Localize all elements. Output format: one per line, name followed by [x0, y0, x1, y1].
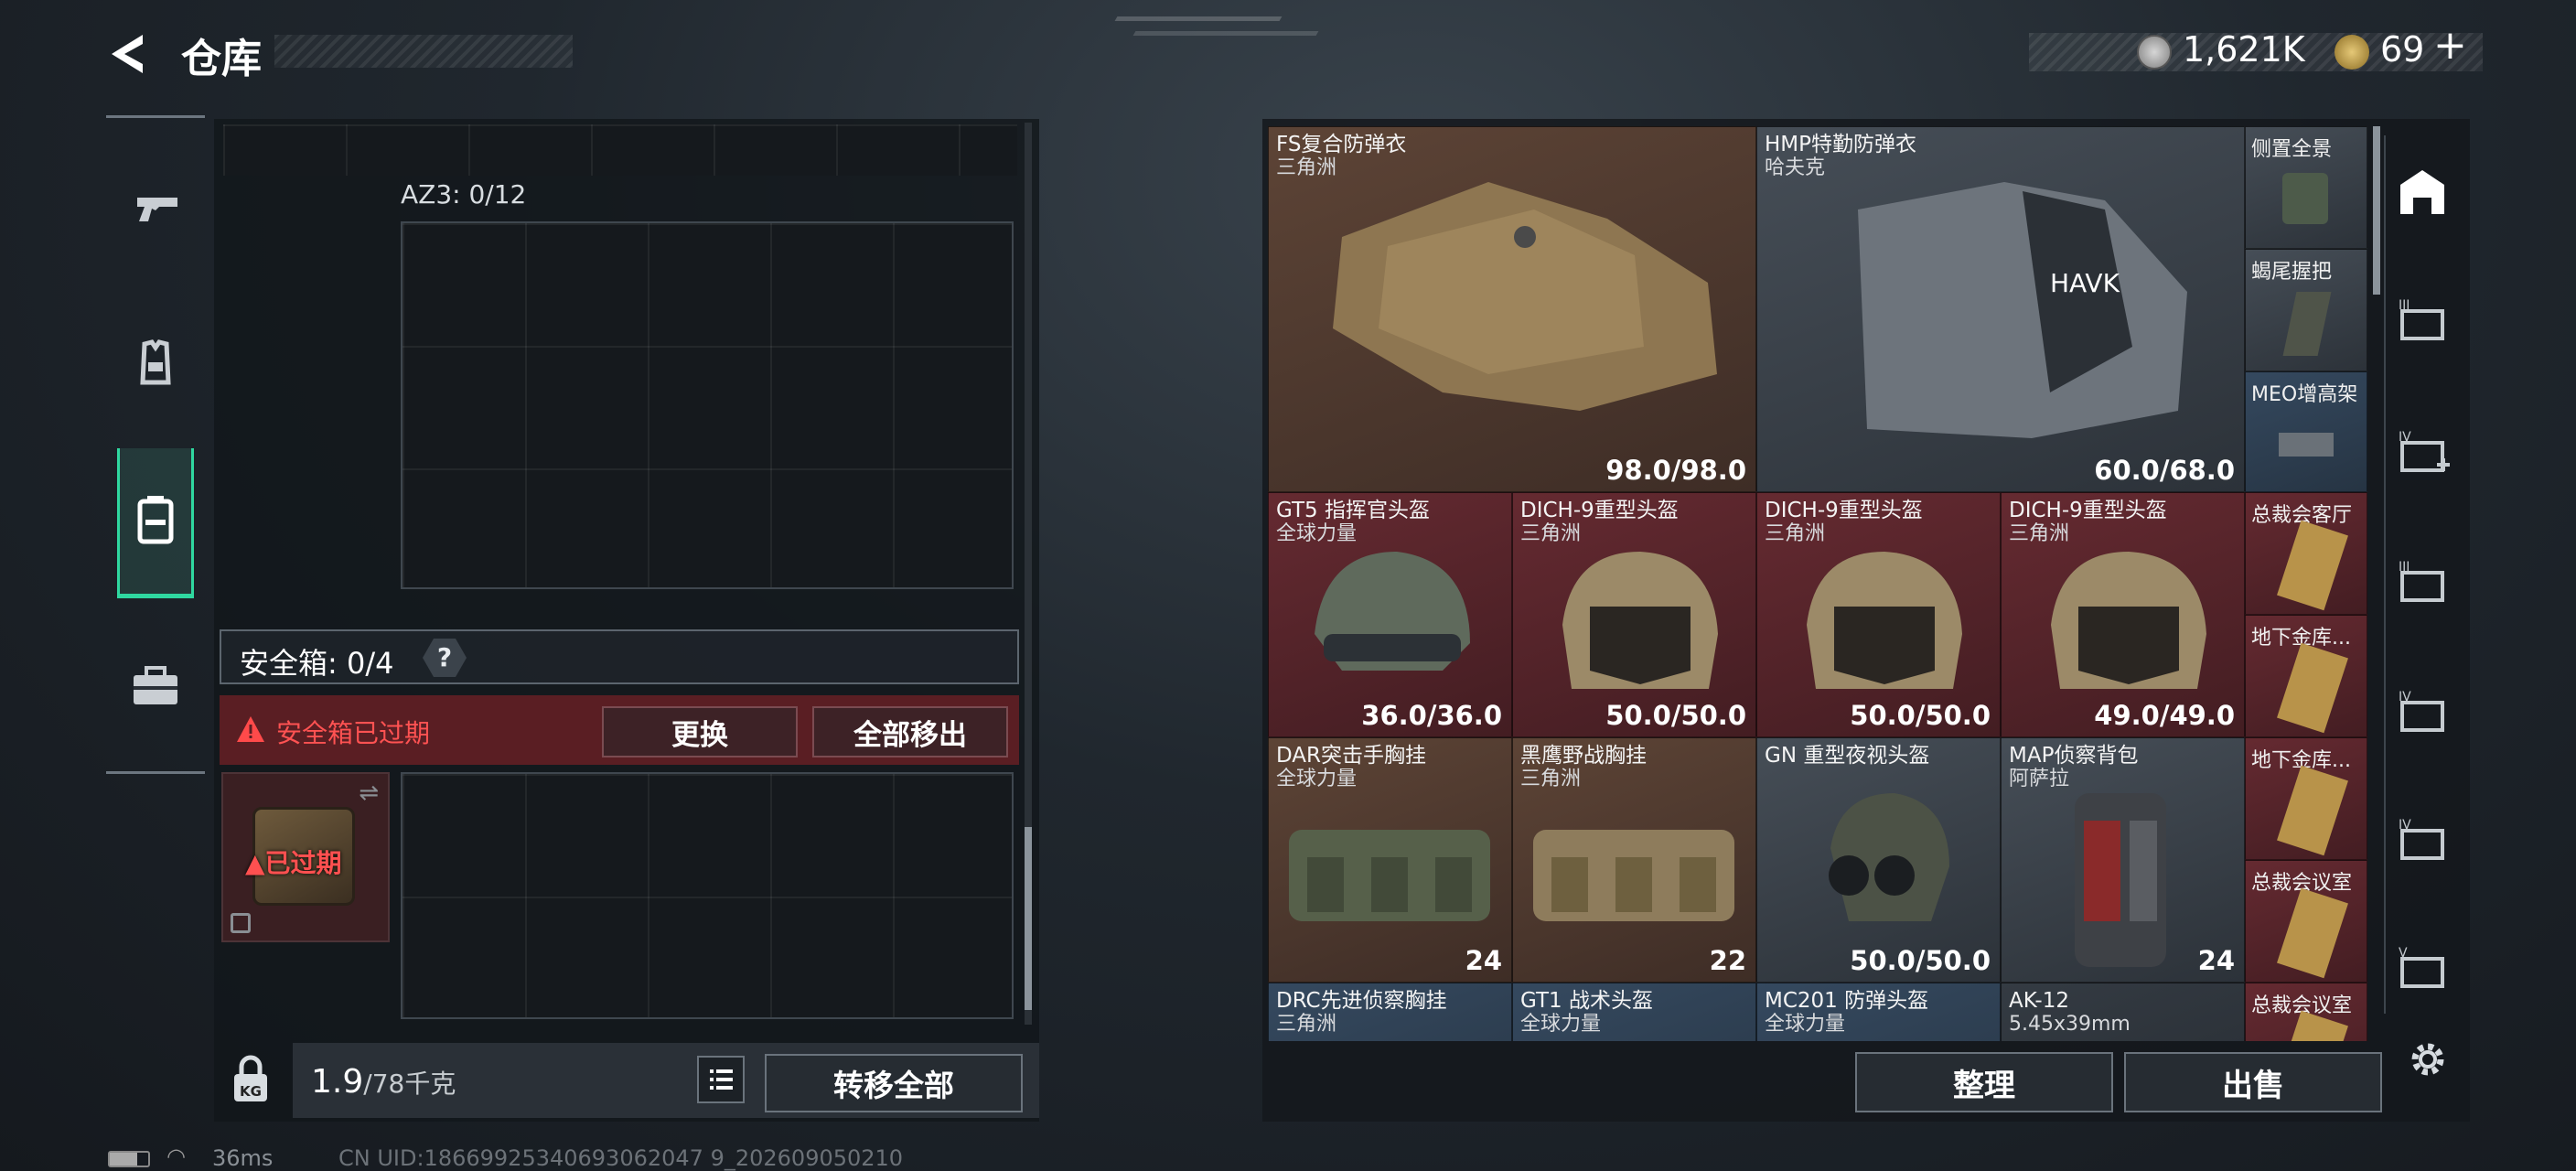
storage-4b-icon[interactable]: IV: [2389, 811, 2455, 876]
storage-grid: FS复合防弹衣 三角洲 98.0/98.0 HAVK HMP特勤防弹衣 哈夫克 …: [1268, 126, 2367, 1041]
storage-scrollbar[interactable]: [2373, 126, 2380, 295]
item-map-backpack[interactable]: MAP侦察背包 阿萨拉 24: [2001, 737, 2245, 983]
chest-rig-image: [1533, 830, 1734, 921]
side-item-keycard[interactable]: 总裁会议室: [2245, 860, 2367, 983]
page-title: 仓库: [181, 36, 262, 82]
weight-value: 1.9/78千克: [311, 1063, 456, 1101]
item-gt1-helmet[interactable]: GT1 战术头盔 全球力量: [1512, 983, 1756, 1041]
home-icon[interactable]: [2389, 161, 2455, 227]
helmet-image: [1315, 552, 1470, 671]
item-dar-rig[interactable]: DAR突击手胸挂 全球力量 24: [1268, 737, 1512, 983]
top-light-decoration: [1114, 16, 1283, 21]
back-arrow-icon: [112, 35, 143, 73]
svg-text:HAVK: HAVK: [2050, 268, 2120, 298]
swap-icon[interactable]: ⇌: [359, 779, 379, 807]
side-item-grip[interactable]: 蝎尾握把: [2245, 249, 2367, 371]
item-hmp-armor[interactable]: HAVK HMP特勤防弹衣 哈夫克 60.0/68.0: [1756, 126, 2245, 492]
organize-button[interactable]: 整理: [1855, 1052, 2113, 1112]
lock-icon: [231, 913, 251, 933]
item-mc201-helmet[interactable]: MC201 防弹头盔 全球力量: [1756, 983, 2001, 1041]
list-icon: [710, 1069, 733, 1090]
chest-rig-image: [1289, 830, 1490, 921]
armor-icon: [140, 339, 171, 385]
storage-4-add-icon[interactable]: IV: [2389, 423, 2455, 489]
tab-tools[interactable]: [110, 651, 201, 715]
svg-text:III: III: [2399, 298, 2410, 313]
add-ticket-button[interactable]: +: [2433, 26, 2467, 66]
uid-text: CN UID:18669925340693062047 9_2026090502…: [338, 1145, 904, 1171]
container-label: AZ3: 0/12: [401, 179, 527, 209]
backpack-icon: [137, 496, 174, 544]
warning-icon: [236, 715, 265, 743]
panel-scrollbar[interactable]: [1025, 123, 1032, 1025]
replace-button[interactable]: 更换: [602, 706, 798, 757]
storage-3b-icon[interactable]: III: [2389, 553, 2455, 618]
item-dich9-helmet[interactable]: DICH-9重型头盔 三角洲 50.0/50.0: [1756, 492, 2001, 737]
ticket-icon: [2334, 35, 2369, 70]
top-light-decoration-2: [1132, 31, 1319, 36]
currency-amount: 1,621K: [2183, 29, 2305, 70]
svg-text:IV: IV: [2399, 690, 2411, 704]
weight-lock-icon: KG: [227, 1054, 274, 1105]
pistol-icon: [137, 198, 177, 221]
night-vision-helmet-image: [1829, 793, 1949, 921]
backpack-image: [2075, 793, 2166, 967]
ticket-count: 69: [2380, 29, 2425, 70]
side-item-keycard[interactable]: 地下金库...: [2245, 737, 2367, 860]
az3-grid[interactable]: [401, 221, 1014, 589]
expired-warning-text: 安全箱已过期: [276, 718, 431, 748]
list-view-button[interactable]: [697, 1056, 745, 1103]
item-drc-rig[interactable]: DRC先进侦察胸挂 三角洲: [1268, 983, 1512, 1041]
sell-button[interactable]: 出售: [2124, 1052, 2382, 1112]
transfer-all-button[interactable]: 转移全部: [765, 1054, 1023, 1112]
side-item-scope[interactable]: 侧置全景: [2245, 126, 2367, 249]
svg-text:IV: IV: [2399, 818, 2411, 833]
svg-text:III: III: [2399, 560, 2410, 575]
storage-3-icon[interactable]: III: [2389, 291, 2455, 357]
expired-tag: ▲已过期: [245, 848, 342, 878]
tab-weapons[interactable]: [110, 174, 201, 238]
side-item-keycard[interactable]: 总裁会议室: [2245, 983, 2367, 1041]
settings-icon[interactable]: [2402, 1034, 2453, 1085]
item-dich9-helmet[interactable]: DICH-9重型头盔 三角洲 49.0/49.0: [2001, 492, 2245, 737]
wifi-icon: ◠: [166, 1144, 186, 1169]
coin-icon: [2137, 35, 2172, 70]
tab-armor[interactable]: [110, 331, 201, 395]
battery-icon: [108, 1151, 150, 1167]
side-item-keycard[interactable]: 地下金库...: [2245, 615, 2367, 737]
helmet-image: [2051, 552, 2206, 689]
weight-badge: KG: [240, 1083, 262, 1100]
safebox-grid[interactable]: [401, 772, 1014, 1019]
item-dich9-helmet[interactable]: DICH-9重型头盔 三角洲 50.0/50.0: [1512, 492, 1756, 737]
item-ak12[interactable]: AK-12 5.45x39mm: [2001, 983, 2245, 1041]
title-decoration: [274, 35, 573, 68]
latency: 36ms: [212, 1145, 274, 1171]
svg-text:IV: IV: [2399, 430, 2411, 445]
helmet-image: [1807, 552, 1962, 689]
tab-backpack-active[interactable]: [117, 448, 194, 598]
armor-vest-image: [1333, 182, 1717, 411]
item-gt5-helmet[interactable]: GT5 指挥官头盔 全球力量 36.0/36.0: [1268, 492, 1512, 737]
item-blackhawk-rig[interactable]: 黑鹰野战胸挂 三角洲 22: [1512, 737, 1756, 983]
item-gn-nv-helmet[interactable]: GN 重型夜视头盔 50.0/50.0: [1756, 737, 2001, 983]
back-button[interactable]: [102, 27, 156, 81]
remove-all-button[interactable]: 全部移出: [812, 706, 1008, 757]
storage-5-icon[interactable]: V: [2389, 939, 2455, 1004]
toolbox-icon: [134, 666, 177, 704]
safebox-label: 安全箱: 0/4: [240, 646, 394, 681]
container-top-slots: [223, 124, 1017, 176]
side-item-keycard[interactable]: 总裁会客厅: [2245, 492, 2367, 615]
svg-text:V: V: [2399, 946, 2408, 961]
item-fs-armor[interactable]: FS复合防弹衣 三角洲 98.0/98.0: [1268, 126, 1756, 492]
side-item-mount[interactable]: MEO增高架: [2245, 371, 2367, 492]
armor-vest-image: HAVK: [1858, 182, 2187, 438]
helmet-image: [1562, 552, 1718, 689]
safebox-slot[interactable]: ⇌ ▲已过期: [221, 772, 390, 942]
storage-4-icon[interactable]: IV: [2389, 682, 2455, 748]
